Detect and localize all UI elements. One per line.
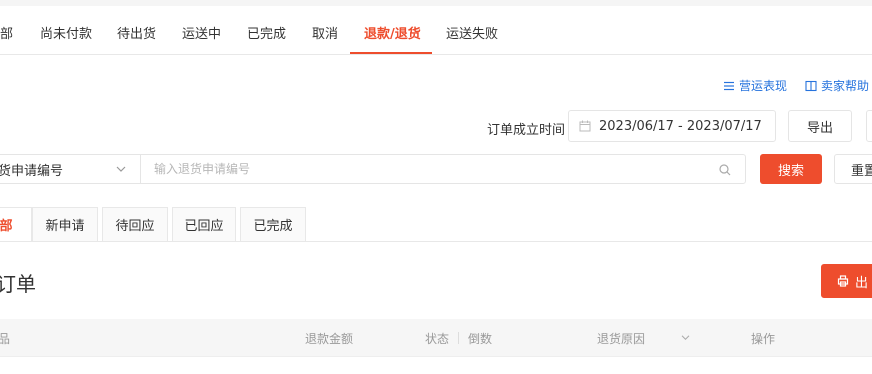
col-status: 状态 bbox=[425, 332, 450, 346]
tab-completed[interactable]: 已完成 bbox=[247, 23, 286, 42]
performance-link[interactable]: 营运表现 bbox=[723, 77, 787, 94]
list-icon bbox=[724, 81, 734, 90]
search-button[interactable]: 搜索 bbox=[760, 154, 822, 184]
tab-all[interactable]: 部 bbox=[0, 23, 13, 42]
return-tab-pending[interactable]: 待回应 bbox=[102, 207, 168, 241]
calendar-icon bbox=[579, 120, 591, 132]
date-range-value: 2023/06/17 - 2023/07/17 bbox=[599, 118, 762, 134]
tab-delivery-failed[interactable]: 运送失败 bbox=[446, 23, 498, 42]
return-tab-completed[interactable]: 已完成 bbox=[240, 207, 306, 241]
search-input[interactable] bbox=[152, 161, 706, 177]
tab-return-refund[interactable]: 退款/退货 bbox=[364, 23, 421, 42]
column-divider bbox=[458, 332, 459, 344]
more-button[interactable] bbox=[866, 110, 872, 142]
chevron-down-icon[interactable] bbox=[681, 334, 690, 341]
order-date-label: 订单成立时间 bbox=[487, 123, 566, 138]
return-tab-all[interactable]: 部 bbox=[0, 207, 32, 241]
tab-cancelled[interactable]: 取消 bbox=[312, 23, 338, 42]
table-header: 品 退款金额 状态 倒数 退货原因 操作 bbox=[0, 319, 872, 357]
printer-icon bbox=[837, 275, 849, 287]
tab-shipping[interactable]: 运送中 bbox=[182, 23, 221, 42]
book-icon bbox=[805, 80, 817, 91]
active-tab-indicator bbox=[350, 52, 432, 54]
col-product: 品 bbox=[0, 332, 11, 346]
col-return-reason: 退货原因 bbox=[597, 332, 646, 346]
col-countdown: 倒数 bbox=[468, 332, 493, 346]
return-tab-new[interactable]: 新申请 bbox=[32, 207, 98, 241]
search-input-box[interactable] bbox=[140, 154, 746, 184]
search-field-label: 货申请编号 bbox=[0, 163, 64, 179]
search-icon bbox=[719, 164, 731, 176]
seller-help-link[interactable]: 卖家帮助 bbox=[805, 77, 869, 94]
orders-count-title: 订单 bbox=[0, 272, 36, 296]
mass-ship-button[interactable]: 出 bbox=[821, 264, 872, 298]
export-button[interactable]: 导出 bbox=[788, 110, 852, 142]
tab-unpaid[interactable]: 尚未付款 bbox=[40, 23, 92, 42]
tab-to-ship[interactable]: 待出货 bbox=[117, 23, 156, 42]
tabs-divider bbox=[0, 241, 872, 242]
reset-button[interactable]: 重置 bbox=[834, 154, 872, 184]
col-actions: 操作 bbox=[751, 332, 776, 346]
return-tab-responded[interactable]: 已回应 bbox=[172, 207, 236, 241]
date-range-picker[interactable]: 2023/06/17 - 2023/07/17 bbox=[568, 110, 776, 142]
performance-link-label: 营运表现 bbox=[739, 79, 788, 93]
order-status-tabs: 部 尚未付款 待出货 运送中 已完成 取消 退款/退货 运送失败 bbox=[0, 6, 872, 55]
seller-help-link-label: 卖家帮助 bbox=[821, 79, 870, 93]
mass-ship-label: 出 bbox=[855, 275, 869, 291]
col-refund-amount: 退款金额 bbox=[305, 332, 354, 346]
chevron-down-icon bbox=[116, 166, 126, 172]
search-field-select[interactable]: 货申请编号 bbox=[0, 154, 140, 184]
